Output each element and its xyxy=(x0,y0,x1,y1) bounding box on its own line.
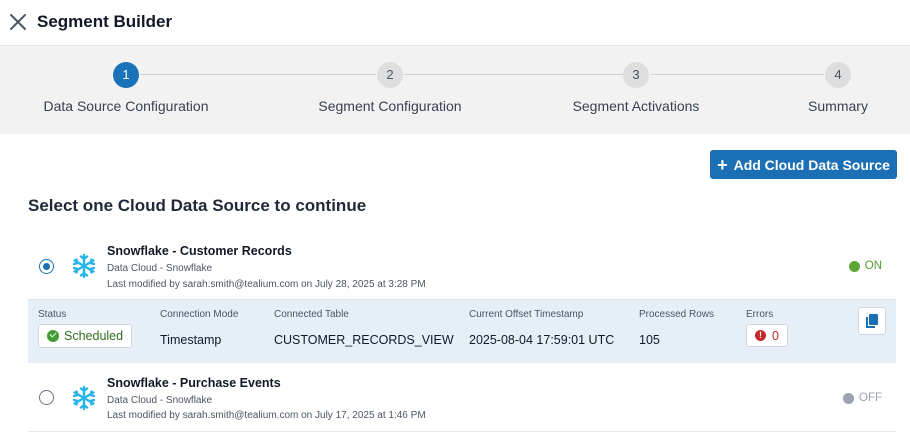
errors-value: 0 xyxy=(772,328,779,343)
step-number: 4 xyxy=(825,62,851,88)
header-bar: Segment Builder xyxy=(0,0,910,46)
step-summary[interactable]: 4 Summary xyxy=(738,62,910,114)
plus-icon: + xyxy=(717,154,728,175)
step-segment-activations[interactable]: 3 Segment Activations xyxy=(536,62,736,114)
data-source-details: Status Scheduled Connection Mode Timesta… xyxy=(28,299,896,363)
data-source-radio[interactable] xyxy=(39,259,54,274)
data-source-name: Snowflake - Purchase Events xyxy=(107,376,281,390)
status-column: Status Scheduled xyxy=(38,309,133,348)
processed-rows-column: Processed Rows 105 xyxy=(639,309,714,347)
step-number: 2 xyxy=(377,62,403,88)
step-label: Segment Activations xyxy=(572,98,700,114)
connection-mode-label: Connection Mode xyxy=(160,309,239,320)
connection-mode-value: Timestamp xyxy=(160,333,222,347)
snowflake-icon xyxy=(72,253,96,279)
data-source-type: Data Cloud - Snowflake xyxy=(107,263,213,274)
close-icon[interactable] xyxy=(9,13,27,31)
errors-badge[interactable]: ! 0 xyxy=(746,324,788,347)
data-source-modified: Last modified by sarah.smith@tealium.com… xyxy=(107,410,426,421)
page-title: Segment Builder xyxy=(37,12,173,31)
status-value: Scheduled xyxy=(64,329,124,343)
status-dot-icon xyxy=(848,260,860,272)
step-segment-configuration[interactable]: 2 Segment Configuration xyxy=(290,62,490,114)
status-label: ON xyxy=(864,260,882,272)
add-cloud-data-source-label: Add Cloud Data Source xyxy=(733,156,890,173)
step-label: Data Source Configuration xyxy=(43,98,209,114)
data-source-row[interactable]: Snowflake - Customer Records Data Cloud … xyxy=(28,234,896,300)
stepper: 1 Data Source Configuration 2 Segment Co… xyxy=(0,46,910,134)
offset-timestamp-column: Current Offset Timestamp 2025-08-04 17:5… xyxy=(469,309,614,347)
data-source-name: Snowflake - Customer Records xyxy=(107,244,292,258)
status-dot-icon xyxy=(843,392,854,404)
status-label: Status xyxy=(38,309,67,320)
data-source-modified: Last modified by sarah.smith@tealium.com… xyxy=(107,279,426,290)
processed-rows-value: 105 xyxy=(639,333,660,347)
copy-icon xyxy=(866,314,878,328)
error-icon: ! xyxy=(755,330,766,341)
offset-timestamp-label: Current Offset Timestamp xyxy=(469,309,584,320)
section-title: Select one Cloud Data Source to continue xyxy=(28,196,367,215)
offset-timestamp-value: 2025-08-04 17:59:01 UTC xyxy=(469,333,615,347)
status-toggle[interactable]: ON xyxy=(848,260,882,272)
errors-label: Errors xyxy=(746,309,774,320)
data-source-row[interactable]: Snowflake - Purchase Events Data Cloud -… xyxy=(28,366,896,432)
add-cloud-data-source-button[interactable]: + Add Cloud Data Source xyxy=(710,150,897,179)
status-label: OFF xyxy=(859,392,882,404)
connected-table-label: Connected Table xyxy=(274,309,349,320)
data-source-radio[interactable] xyxy=(39,390,54,405)
check-circle-icon xyxy=(47,330,59,342)
connection-mode-column: Connection Mode Timestamp xyxy=(160,309,238,347)
step-number: 1 xyxy=(113,62,139,88)
errors-column: Errors ! 0 xyxy=(746,309,788,347)
processed-rows-label: Processed Rows xyxy=(639,309,715,320)
data-source-type: Data Cloud - Snowflake xyxy=(107,395,213,406)
step-label: Segment Configuration xyxy=(318,98,462,114)
step-data-source-configuration[interactable]: 1 Data Source Configuration xyxy=(26,62,226,114)
connected-table-column: Connected Table CUSTOMER_RECORDS_VIEW xyxy=(274,309,454,347)
status-badge: Scheduled xyxy=(38,324,133,348)
copy-button[interactable] xyxy=(858,307,886,335)
status-toggle[interactable]: OFF xyxy=(843,392,882,404)
step-label: Summary xyxy=(808,98,868,114)
step-number: 3 xyxy=(623,62,649,88)
connected-table-value: CUSTOMER_RECORDS_VIEW xyxy=(274,333,454,347)
snowflake-icon xyxy=(72,385,96,411)
